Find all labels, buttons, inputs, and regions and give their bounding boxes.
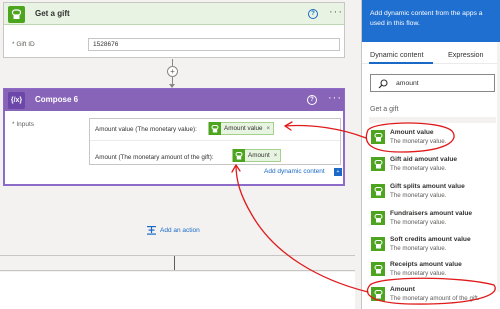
list-item[interactable]: Receipts amount value The monetary value…: [369, 258, 496, 284]
list-item[interactable]: Soft credits amount value The monetary v…: [369, 233, 496, 259]
gift-icon: [209, 122, 221, 135]
gift-icon: [371, 237, 385, 251]
more-options-icon[interactable]: ···: [328, 92, 342, 104]
help-icon[interactable]: ?: [307, 95, 317, 105]
help-icon[interactable]: ?: [308, 9, 318, 19]
add-dynamic-content-link[interactable]: Add dynamic content: [264, 168, 325, 175]
tab-dynamic-content[interactable]: Dynamic content: [370, 50, 424, 59]
list-item-description: The monetary value.: [390, 245, 447, 252]
search-icon: [378, 79, 388, 89]
inputs-line-2-text: Amount (The monetary amount of the gift)…: [95, 154, 214, 161]
amount-token[interactable]: Amount ×: [232, 149, 282, 162]
list-item-title: Soft credits amount value: [390, 236, 471, 243]
list-item-description: The monetary value.: [390, 165, 447, 172]
tab-expression[interactable]: Expression: [448, 50, 484, 59]
list-item[interactable]: Amount value The monetary value.: [369, 126, 496, 152]
add-dynamic-content-icon[interactable]: +: [334, 168, 342, 176]
list-item[interactable]: Fundraisers amount value The monetary va…: [369, 207, 496, 233]
search-input[interactable]: amount: [370, 74, 495, 92]
compose-6-header[interactable]: {/x} Compose 6 ? ···: [4, 89, 344, 111]
active-tab-indicator: [369, 62, 433, 64]
inputs-line-1-text: Amount value (The monetary value):: [95, 126, 197, 133]
gift-id-label: * Gift ID: [12, 41, 35, 48]
get-a-gift-header[interactable]: Get a gift ? ···: [4, 3, 344, 25]
list-item-description: The monetary value.: [390, 270, 447, 277]
connector-line: [172, 59, 173, 66]
gift-icon: [371, 262, 385, 276]
list-item-title: Amount value: [390, 129, 434, 136]
list-item-title: Gift aid amount value: [390, 156, 458, 163]
list-item-title: Receipts amount value: [390, 261, 462, 268]
gift-icon: [371, 157, 385, 171]
gift-icon: [371, 211, 385, 225]
add-an-action-button[interactable]: Add an action: [160, 227, 200, 234]
remove-token-icon[interactable]: ×: [274, 153, 278, 159]
inputs-label: * Inputs: [12, 121, 35, 128]
gift-icon: [233, 149, 245, 162]
section-divider: [369, 117, 496, 123]
pane-tabs: Dynamic content Expression: [362, 42, 500, 64]
inputs-divider: [90, 140, 340, 141]
bottom-toolbar: [0, 255, 355, 271]
compose-6-title: Compose 6: [35, 95, 79, 104]
list-item-description: The monetary value.: [390, 138, 447, 145]
add-action-icon[interactable]: [146, 225, 157, 236]
amount-value-token-label: Amount value: [224, 125, 263, 132]
compose-6-card[interactable]: {/x} Compose 6 ? ··· * Inputs Amount val…: [3, 88, 345, 186]
dynamic-content-header-line-1: Add dynamic content from the apps a: [370, 10, 483, 17]
bottom-divider: [174, 256, 175, 270]
list-item[interactable]: Amount The monetary amount of the gift.: [369, 283, 496, 309]
list-item-title: Gift splits amount value: [390, 183, 465, 190]
gift-id-field[interactable]: 1528676: [88, 38, 340, 51]
section-title-get-a-gift: Get a gift: [370, 106, 399, 113]
gift-icon: [371, 130, 385, 144]
more-options-icon[interactable]: ···: [329, 6, 343, 18]
remove-token-icon[interactable]: ×: [267, 126, 271, 132]
get-a-gift-card[interactable]: Get a gift ? ··· * Gift ID 1528676: [3, 2, 345, 58]
search-input-value: amount: [396, 80, 419, 87]
list-item[interactable]: Gift aid amount value The monetary value…: [369, 153, 496, 179]
amount-token-label: Amount: [248, 152, 270, 159]
amount-value-token[interactable]: Amount value ×: [208, 122, 275, 135]
list-item-description: The monetary value.: [390, 192, 447, 199]
get-a-gift-title: Get a gift: [35, 9, 70, 18]
list-item-description: The monetary amount of the gift.: [390, 295, 480, 302]
list-item[interactable]: Gift splits amount value The monetary va…: [369, 180, 496, 206]
compose-icon: {/x}: [8, 92, 25, 109]
list-item-title: Fundraisers amount value: [390, 210, 473, 217]
flow-canvas: Get a gift ? ··· * Gift ID 1528676 + {/x…: [0, 0, 355, 309]
gift-icon: [371, 184, 385, 198]
insert-step-button[interactable]: +: [167, 66, 178, 77]
inputs-field[interactable]: Amount value (The monetary value): Amoun…: [89, 118, 341, 165]
list-item-description: The monetary value.: [390, 219, 447, 226]
gift-icon: [371, 287, 385, 301]
list-item-title: Amount: [390, 286, 415, 293]
bottom-area: [0, 272, 355, 309]
dynamic-content-header: Add dynamic content from the apps a used…: [362, 0, 500, 42]
gift-icon: [8, 6, 25, 23]
dynamic-content-header-line-2: used in this flow.: [370, 20, 420, 27]
connector-line: [172, 77, 173, 84]
dynamic-content-pane: Add dynamic content from the apps a used…: [361, 0, 500, 309]
